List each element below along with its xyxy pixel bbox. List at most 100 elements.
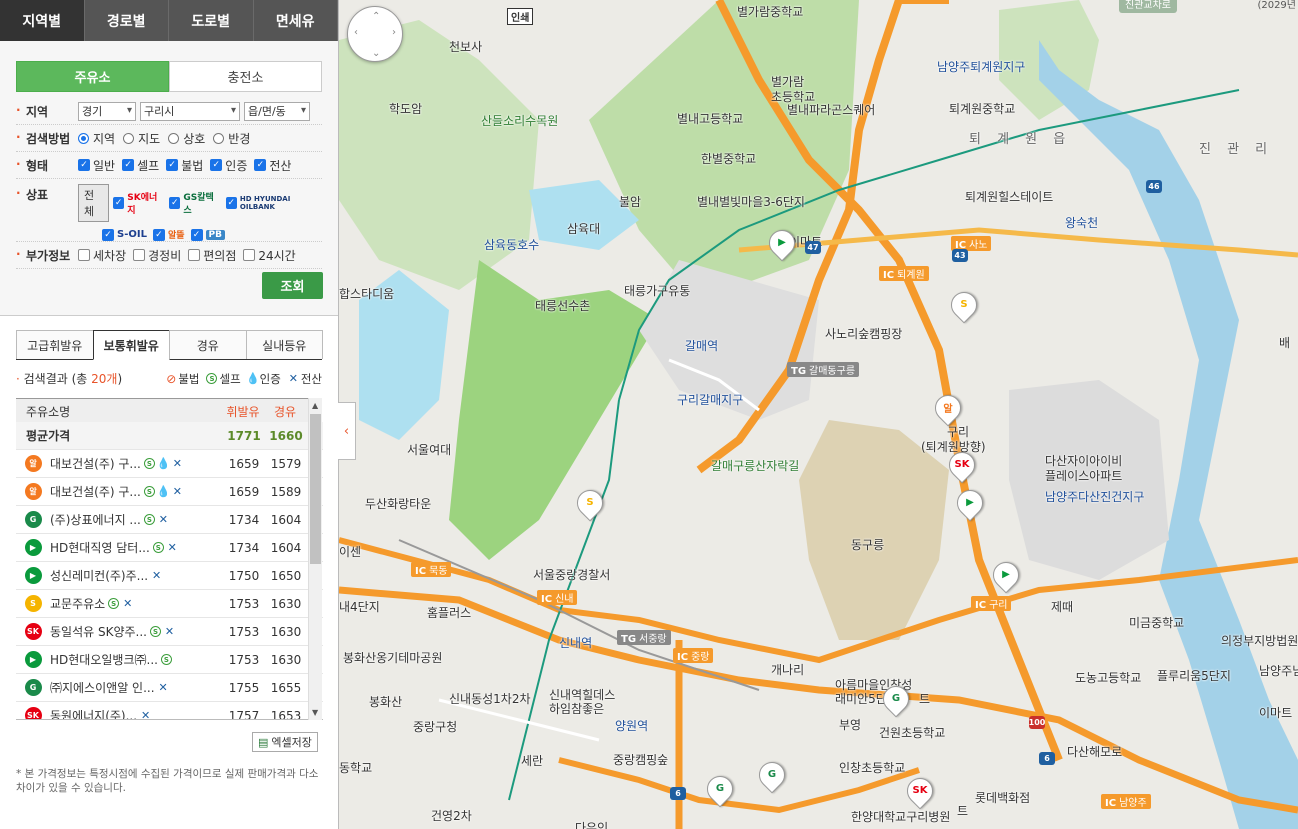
collapse-panel-button[interactable]: ‹ — [338, 402, 356, 460]
station-row[interactable]: ▶ 성신레미컨(주)주... ✕ 1750 1650 — [16, 562, 323, 590]
highway-47-icon: 47 — [805, 241, 821, 254]
type-self-checkbox[interactable]: ✓ 셀프 — [122, 157, 159, 174]
station-name[interactable]: HD현대오일뱅크㈜... S — [50, 651, 223, 668]
station-row[interactable]: G ㈜지에스이앤알 인... ✕ 1755 1655 — [16, 674, 323, 702]
tab-road[interactable]: 도로별 — [169, 0, 254, 41]
type-illegal-checkbox[interactable]: ✓ 불법 — [166, 157, 203, 174]
highway-100-icon: 100 — [1028, 716, 1046, 729]
gas-station-pin[interactable]: S — [571, 484, 609, 522]
station-name[interactable]: 동원에너지(주)... ✕ — [50, 707, 223, 719]
dong-select[interactable]: 읍/면/동 — [244, 101, 310, 121]
header-diesel[interactable]: 경유 — [264, 403, 306, 420]
station-row[interactable]: SK 동일석유 SK양주... S ✕ 1753 1630 — [16, 618, 323, 646]
map-label: 봉화산옹기테마공원 — [343, 651, 443, 665]
brand-pb-checkbox[interactable]: ✓ — [190, 228, 203, 241]
network-icon: ✕ — [172, 457, 182, 470]
station-name[interactable]: HD현대직영 담터... S ✕ — [50, 539, 223, 556]
scroll-thumb[interactable] — [310, 414, 321, 564]
sido-select[interactable]: 경기 — [78, 101, 136, 121]
station-rows: 알 대보건설(주) 구... S 💧 ✕ 1659 1579 알 대보건설(주) 구..… — [16, 450, 323, 719]
station-brand-icon: G — [891, 692, 901, 704]
station-row[interactable]: SK 동원에너지(주)... ✕ 1757 1653 — [16, 702, 323, 719]
gas-station-pin[interactable]: S — [945, 286, 983, 324]
tab-diesel[interactable]: 경유 — [169, 330, 247, 359]
type-certified-checkbox[interactable]: ✓ 인증 — [210, 157, 247, 174]
tab-taxfree[interactable]: 면세유 — [254, 0, 338, 41]
list-scrollbar[interactable]: ▲ ▼ — [308, 398, 322, 720]
station-row[interactable]: G (주)상표에너지 ... S ✕ 1734 1604 — [16, 506, 323, 534]
map-label: 두산화랑타운 — [365, 497, 432, 511]
gas-station-pin[interactable]: G — [753, 756, 791, 794]
pan-down-icon[interactable]: ⌄ — [372, 48, 380, 59]
station-name[interactable]: ㈜지에스이앤알 인... ✕ — [50, 679, 223, 696]
pan-up-icon[interactable]: ⌃ — [372, 11, 380, 22]
tab-kerosene[interactable]: 실내등유 — [245, 330, 323, 359]
ic-name: 사노 — [969, 240, 988, 251]
map-label: 불암 — [619, 195, 642, 209]
gas-station-pin[interactable]: SK — [901, 772, 939, 810]
gas-station-pin[interactable]: ▶ — [987, 556, 1025, 594]
brand-hd-checkbox[interactable]: ✓ — [225, 197, 237, 209]
scroll-down-icon[interactable]: ▼ — [312, 708, 318, 717]
excel-save-button[interactable]: ▤ 엑셀저장 — [252, 732, 318, 752]
highway-46-icon: 46 — [1146, 180, 1162, 193]
brand-altteul-checkbox[interactable]: ✓ — [152, 228, 165, 241]
sigungu-select[interactable]: 구리시 — [140, 101, 240, 121]
region-row: 지역 경기 구리시 읍/면/동 — [16, 98, 322, 125]
method-radius-radio[interactable]: 반경 — [213, 130, 250, 147]
gas-station-pin[interactable]: G — [877, 680, 915, 718]
method-name-radio[interactable]: 상호 — [168, 130, 205, 147]
tab-premium-gasoline[interactable]: 고급휘발유 — [16, 330, 94, 359]
tollgate-label: TG 서중랑 — [617, 630, 671, 645]
station-name[interactable]: 대보건설(주) 구... S 💧 ✕ — [50, 455, 223, 472]
station-brand-icon: ▶ — [778, 236, 786, 248]
brand-all-button[interactable]: 전체 — [78, 184, 109, 222]
gas-station-pin[interactable]: ▶ — [951, 484, 989, 522]
pan-right-icon[interactable]: › — [392, 27, 396, 38]
tab-charging-station[interactable]: 충전소 — [169, 61, 322, 92]
station-name[interactable]: 성신레미컨(주)주... ✕ — [50, 567, 223, 584]
station-name[interactable]: 대보건설(주) 구... S 💧 ✕ — [50, 483, 223, 500]
gas-station-pin[interactable]: SK — [943, 446, 981, 484]
tab-gas-station[interactable]: 주유소 — [16, 61, 169, 92]
method-map-radio[interactable]: 지도 — [123, 130, 160, 147]
brand-gs-checkbox[interactable]: ✓ — [169, 197, 181, 209]
map-view[interactable]: ⌃ ⌄ ‹ › 인쇄 진관교차로 (2029년 별가람중학교 천보사 학도암 산들소리… — [339, 0, 1298, 829]
extra-carwash-checkbox[interactable]: 세차장 — [78, 247, 126, 264]
tab-regular-gasoline[interactable]: 보통휘발유 — [92, 330, 170, 360]
method-region-radio[interactable]: 지역 — [78, 130, 115, 147]
extra-24h-checkbox[interactable]: 24시간 — [243, 247, 296, 264]
station-row[interactable]: S 교문주유소 S ✕ 1753 1630 — [16, 590, 323, 618]
type-network-checkbox[interactable]: ✓ 전산 — [254, 157, 291, 174]
type-normal-checkbox[interactable]: ✓ 일반 — [78, 157, 115, 174]
map-pan-control[interactable]: ⌃ ⌄ ‹ › — [347, 6, 403, 62]
scroll-up-icon[interactable]: ▲ — [312, 401, 318, 410]
station-row[interactable]: 알 대보건설(주) 구... S 💧 ✕ 1659 1589 — [16, 478, 323, 506]
brand-soil-checkbox[interactable]: ✓ — [102, 228, 114, 241]
gas-station-pin[interactable]: ▶ — [763, 224, 801, 262]
extra-store-checkbox[interactable]: 편의점 — [188, 247, 236, 264]
header-gasoline[interactable]: 휘발유 — [222, 403, 264, 420]
gas-station-pin[interactable]: 알 — [929, 389, 967, 427]
check-icon: ✓ — [210, 159, 223, 171]
station-name[interactable]: 교문주유소 S ✕ — [50, 595, 223, 612]
brand-icon: ▶ — [24, 567, 42, 584]
station-name[interactable]: 동일석유 SK양주... S ✕ — [50, 623, 223, 640]
extra-repair-checkbox[interactable]: 경정비 — [133, 247, 181, 264]
station-name[interactable]: (주)상표에너지 ... S ✕ — [50, 511, 223, 528]
ic-icon: IC — [677, 652, 689, 663]
map-label: 배 — [1279, 336, 1291, 350]
tab-region[interactable]: 지역별 — [0, 0, 85, 41]
map-label: 삼육대 — [567, 222, 601, 236]
header-name[interactable]: 주유소명 — [16, 403, 222, 420]
station-row[interactable]: ▶ HD현대직영 담터... S ✕ 1734 1604 — [16, 534, 323, 562]
query-button[interactable]: 조회 — [262, 272, 323, 299]
pan-left-icon[interactable]: ‹ — [354, 27, 358, 38]
tab-route[interactable]: 경로별 — [85, 0, 169, 41]
brand-sk-checkbox[interactable]: ✓ — [112, 197, 125, 209]
station-row[interactable]: 알 대보건설(주) 구... S 💧 ✕ 1659 1579 — [16, 450, 323, 478]
station-brand-icon: G — [767, 768, 777, 780]
gas-station-pin[interactable]: G — [701, 770, 739, 808]
station-row[interactable]: ▶ HD현대오일뱅크㈜... S 1753 1630 — [16, 646, 323, 674]
map-top-label: 진관교차로 — [1119, 0, 1177, 13]
